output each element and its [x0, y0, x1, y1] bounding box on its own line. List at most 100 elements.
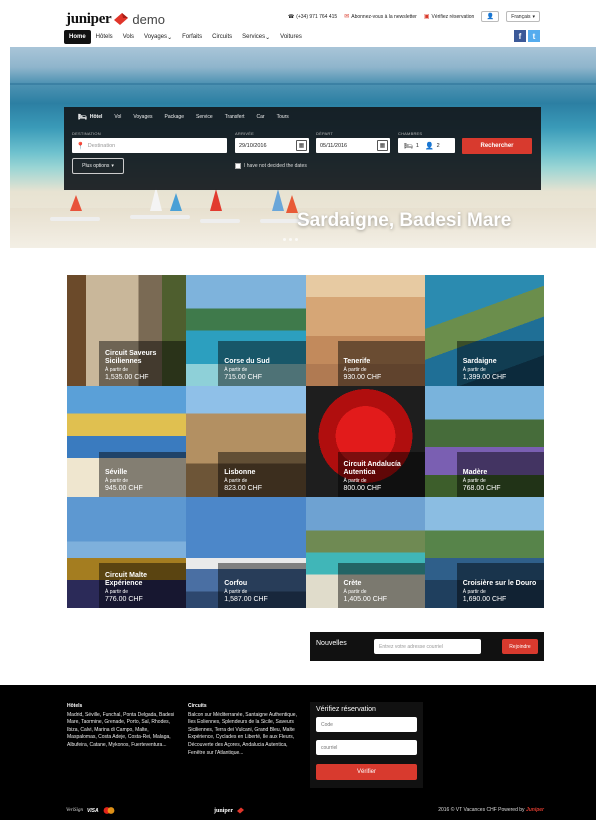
verify-booking-link[interactable]: ▣ Vérifiez réservation: [423, 13, 474, 21]
rooms-guests-selector[interactable]: 🛏 1 👤 2: [398, 138, 455, 153]
destination-tile[interactable]: Corse du Sud À partir de 715.00 CHF: [186, 275, 306, 386]
logo-demo: demo: [132, 11, 165, 27]
check-icon: ▣: [423, 14, 430, 20]
tab-voyages[interactable]: Voyages: [127, 111, 158, 123]
destination-tile[interactable]: Circuit Saveurs Siciliennes À partir de 1,…: [67, 275, 187, 386]
chevron-down-icon: ⌄: [167, 34, 173, 41]
destination-price: 1,399.00 CHF: [462, 374, 507, 381]
destination-tile[interactable]: Séville À partir de 945.00 CHF: [67, 386, 187, 497]
destination-tile[interactable]: Madère À partir de 768.00 CHF: [424, 386, 544, 497]
bed-icon: 🛏: [404, 142, 413, 150]
hero-caption: Sardaigne, Badesi Mare: [297, 210, 512, 231]
no-dates-checkbox[interactable]: I have not decided the dates: [235, 163, 307, 169]
checkbox[interactable]: [235, 163, 241, 169]
destination-tile[interactable]: Corfou À partir de 1,587.00 CHF: [186, 497, 306, 608]
destination-price: 715.00 CHF: [224, 374, 262, 381]
booking-email-input[interactable]: courriel: [316, 740, 417, 755]
nav-packages[interactable]: Forfaits: [177, 30, 207, 44]
destination-tile[interactable]: Sardaigne À partir de 1,399.00 CHF: [424, 275, 544, 386]
price-prefix: À partir de: [343, 478, 367, 484]
destination-tile[interactable]: Crète À partir de 1,405.00 CHF: [305, 497, 425, 608]
destination-price: 1,690.00 CHF: [462, 596, 507, 603]
search-tabs: 🛏 Hôtel Vol Voyages Package Service Trans…: [72, 111, 295, 123]
phone-link[interactable]: ☎ (+34) 971 764 415: [288, 14, 337, 20]
tab-service[interactable]: Service: [190, 111, 219, 123]
verify-button[interactable]: Vérifier: [316, 764, 417, 780]
tab-package[interactable]: Package: [159, 111, 190, 123]
destination-tile[interactable]: Circuit Malte Expérience À partir de 776.0…: [67, 497, 187, 608]
destination-tile[interactable]: Tenerife À partir de 930.00 CHF: [305, 275, 425, 386]
newsletter-join-button[interactable]: Rejoindre: [502, 639, 538, 654]
nav-services[interactable]: Services ⌄: [237, 30, 275, 44]
nav-circuits[interactable]: Circuits: [207, 30, 237, 44]
departure-label: DÉPART: [316, 131, 334, 136]
user-account-button[interactable]: 👤: [481, 11, 500, 22]
destination-name: Tenerife: [343, 358, 371, 365]
sail-decoration: [272, 189, 284, 211]
departure-date-value: 05/11/2016: [320, 142, 348, 149]
destination-price: 1,587.00 CHF: [224, 596, 268, 603]
tab-hotel[interactable]: 🛏 Hôtel: [72, 111, 108, 123]
newsletter-link[interactable]: ✉ Abonnez-vous à la newsletter: [344, 13, 417, 21]
price-prefix: À partir de: [343, 367, 367, 373]
top-links: ☎ (+34) 971 764 415 ✉ Abonnez-vous à la …: [288, 11, 540, 22]
newsletter-email-input[interactable]: Entrez votre adresse courriel: [374, 639, 481, 654]
nav-hotels[interactable]: Hôtels: [91, 30, 118, 44]
tab-hotel-label: Hôtel: [89, 114, 103, 120]
destination-price: 823.00 CHF: [224, 485, 262, 492]
tab-tours[interactable]: Tours: [271, 111, 295, 123]
departure-date-input[interactable]: 05/11/2016 ▦: [316, 138, 390, 153]
mastercard-icon: [103, 807, 115, 814]
verify-title: Vérifiez réservation: [316, 706, 376, 713]
nav-flights[interactable]: Vols: [118, 30, 139, 44]
destination-name: Corse du Sud: [224, 358, 270, 365]
footer-circuits-list[interactable]: Balcon sur Méditerranée, Santaigne Authe…: [188, 712, 300, 758]
footer-logo-word: juniper: [214, 807, 234, 814]
destination-input[interactable]: 📍 Destination: [72, 138, 227, 153]
map-pin-icon: 📍: [76, 142, 85, 150]
tab-flight[interactable]: Vol: [108, 111, 127, 123]
destination-tile[interactable]: Croisière sur le Douro À partir de 1,690.0…: [424, 497, 544, 608]
language-select[interactable]: Français ▾: [506, 11, 540, 22]
tab-transfer[interactable]: Transfert: [219, 111, 251, 123]
destination-price: 945.00 CHF: [105, 485, 143, 492]
slider-dots[interactable]: [283, 238, 298, 241]
nav-services-label: Services: [242, 34, 266, 40]
destination-price: 1,405.00 CHF: [343, 596, 388, 603]
price-prefix: À partir de: [224, 367, 248, 373]
twitter-icon[interactable]: t: [528, 30, 540, 42]
booking-code-input[interactable]: Code: [316, 717, 417, 732]
chevron-down-icon: ⌄: [265, 34, 271, 41]
calendar-icon[interactable]: ▦: [377, 140, 388, 151]
calendar-icon[interactable]: ▦: [296, 140, 307, 151]
boat-decoration: [50, 217, 100, 221]
footer-logo[interactable]: juniper: [214, 807, 245, 814]
juniper-logo-icon: [237, 807, 245, 814]
caret-down-icon: ▾: [111, 163, 114, 169]
sail-decoration: [170, 193, 182, 211]
destination-tile[interactable]: Lisbonne À partir de 823.00 CHF: [186, 386, 306, 497]
nav-voyages[interactable]: Voyages ⌄: [139, 30, 177, 44]
verisign-logo: VeriSign: [66, 808, 83, 813]
price-prefix: À partir de: [462, 478, 486, 484]
more-options-button[interactable]: Plus options ▾: [72, 158, 124, 174]
nav-home[interactable]: Home: [64, 30, 91, 44]
newsletter-link-label: Abonnez-vous à la newsletter: [351, 13, 417, 20]
logo-word: juniper: [66, 10, 112, 27]
footer-circuits: Circuits Balcon sur Méditerranée, Santai…: [188, 703, 300, 757]
arrival-label: ARRIVÉE: [235, 131, 254, 136]
tab-car[interactable]: Car: [251, 111, 271, 123]
more-options-label: Plus options: [82, 163, 110, 169]
site-logo[interactable]: juniper demo: [66, 10, 165, 28]
copyright-brand-link[interactable]: Juniper: [526, 807, 544, 813]
footer-hotels-list[interactable]: Madrid, Séville, Funchal, Ponta Delgada,…: [67, 712, 179, 750]
nav-cars[interactable]: Voitures: [275, 30, 307, 44]
no-dates-label: I have not decided the dates: [244, 163, 307, 169]
boat-decoration: [130, 215, 190, 219]
destination-tile[interactable]: Circuit Andalucía Autentica À partir de 80…: [305, 386, 425, 497]
footer-hotels-title: Hôtels: [67, 703, 83, 709]
search-button[interactable]: Rechercher: [462, 138, 532, 154]
destinations-grid: Circuit Saveurs Siciliennes À partir de 1,…: [67, 275, 544, 608]
facebook-icon[interactable]: f: [514, 30, 526, 42]
arrival-date-input[interactable]: 29/10/2016 ▦: [235, 138, 309, 153]
